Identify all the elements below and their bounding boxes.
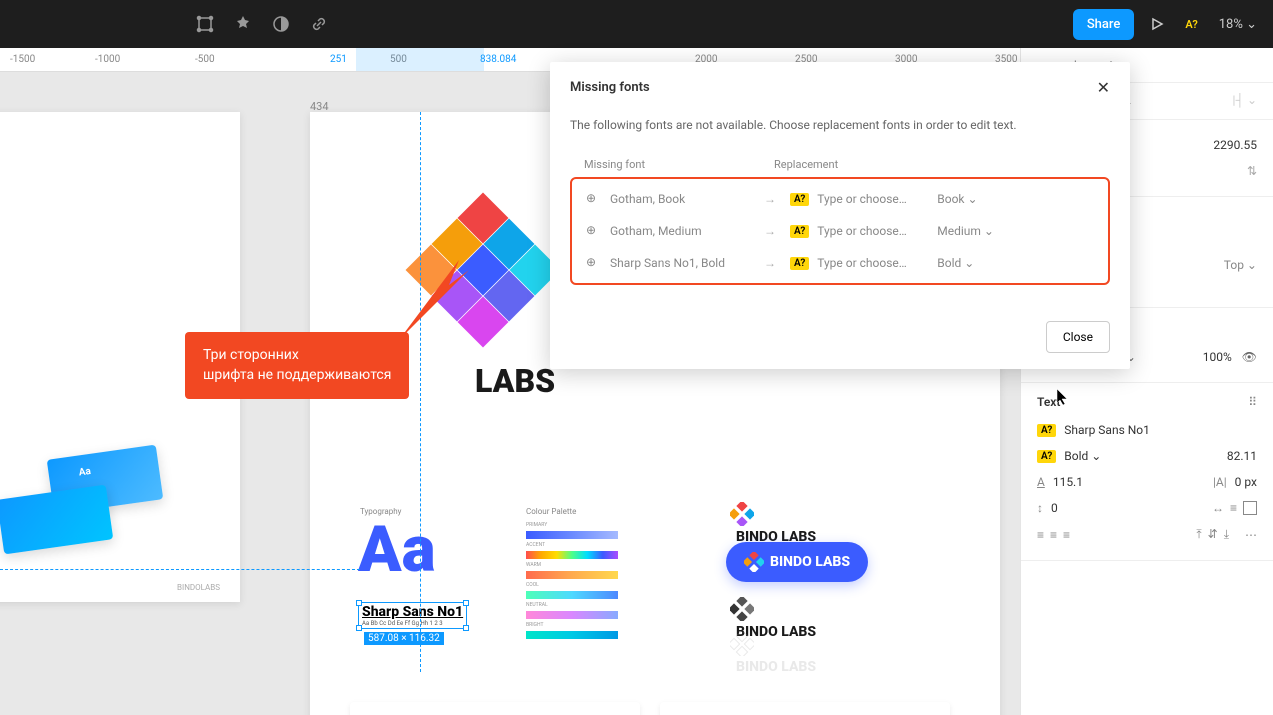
topbar: Share A? 18% ⌄: [0, 0, 1273, 48]
font-row: ⊕ Sharp Sans No1, Bold → A? Type or choo…: [580, 247, 1100, 279]
weight-dropdown[interactable]: Bold ⌄: [937, 256, 974, 270]
text-styles-icon[interactable]: ⠿: [1248, 395, 1257, 409]
vertical-constraint[interactable]: Top ⌄: [1224, 258, 1257, 272]
y-input[interactable]: 2290.55: [1213, 138, 1257, 152]
constrain-icon[interactable]: ⇅: [1247, 164, 1257, 178]
brand-card-pos: BINDO POS Aa Sharp Sans No1: [660, 702, 950, 715]
replacement-input[interactable]: Type or choose…: [817, 256, 937, 270]
text-align-right-icon[interactable]: ≡: [1063, 528, 1070, 542]
paragraph-spacing-input[interactable]: 0: [1051, 501, 1058, 515]
locate-icon[interactable]: ⊕: [586, 223, 602, 239]
logo-variant-1: BINDO LABS: [730, 502, 816, 545]
close-button[interactable]: Close: [1046, 321, 1110, 353]
effects-icon[interactable]: [234, 15, 252, 33]
close-icon[interactable]: ✕: [1097, 78, 1110, 97]
dialog-title: Missing fonts: [570, 80, 650, 95]
auto-height-icon[interactable]: ≡: [1230, 501, 1237, 515]
arrow-right-icon: →: [764, 192, 784, 206]
text-more-icon[interactable]: ⋯: [1245, 528, 1257, 542]
opacity-input[interactable]: 100%: [1203, 350, 1232, 364]
color-palette: PRIMARY ACCENT WARM COOL NEUTRAL BRIGHT: [526, 520, 618, 642]
text-align-left-icon[interactable]: ≡: [1037, 528, 1044, 542]
arrow-right-icon: →: [764, 256, 784, 270]
locate-icon[interactable]: ⊕: [586, 255, 602, 271]
text-align-center-icon[interactable]: ≡: [1050, 528, 1057, 542]
share-button[interactable]: Share: [1073, 9, 1135, 40]
font-row: ⊕ Gotham, Medium → A? Type or choose… Me…: [580, 215, 1100, 247]
callout-annotation: Три сторонних шрифта не поддерживаются: [185, 332, 409, 399]
cursor-icon: [1057, 389, 1069, 405]
visibility-icon[interactable]: 👁: [1242, 350, 1257, 364]
weight-dropdown[interactable]: Medium ⌄: [937, 224, 994, 238]
typography-sample: Aa: [358, 512, 436, 587]
zoom-dropdown[interactable]: 18% ⌄: [1219, 17, 1257, 32]
palette-heading: Colour Palette: [526, 507, 576, 516]
font-size-input[interactable]: 82.11: [1227, 449, 1257, 463]
text-align-middle-icon[interactable]: ⇵: [1208, 527, 1218, 542]
font-family-dropdown[interactable]: Sharp Sans No1: [1064, 423, 1150, 437]
mask-icon[interactable]: [272, 15, 290, 33]
text-align-bottom-icon[interactable]: ⤓: [1224, 527, 1229, 542]
link-icon[interactable]: [310, 15, 328, 33]
selected-text-layer[interactable]: Sharp Sans No1 Aa Bb Cc Dd Ee Ff Gg Hh 1…: [358, 602, 467, 629]
bindo-wordmark: LABS: [475, 362, 555, 400]
missing-font-indicator[interactable]: A?: [1180, 16, 1202, 33]
font-row: ⊕ Gotham, Book → A? Type or choose… Book…: [580, 183, 1100, 215]
auto-width-icon[interactable]: ↔: [1212, 501, 1224, 515]
font-rows-highlighted: ⊕ Gotham, Book → A? Type or choose… Book…: [570, 177, 1110, 285]
weight-dropdown[interactable]: Book ⌄: [937, 192, 977, 206]
guide-horizontal: [0, 569, 360, 570]
letter-spacing-input[interactable]: 0 px: [1235, 475, 1257, 489]
present-icon[interactable]: [1150, 17, 1164, 31]
more-align-icon[interactable]: |┤ ⌄: [1233, 93, 1257, 109]
selection-dimensions: 587.08 × 116.32: [364, 632, 444, 645]
logo-variant-ghost: BINDO LABS: [730, 632, 816, 675]
brand-card-labs: BINDO LABS Aa Sharp Sans No1: [350, 702, 640, 715]
guide-vertical: [420, 112, 421, 672]
font-weight-dropdown[interactable]: Bold ⌄: [1064, 449, 1101, 463]
locate-icon[interactable]: ⊕: [586, 191, 602, 207]
missing-fonts-dialog: Missing fonts ✕ The following fonts are …: [550, 62, 1130, 369]
fixed-size-icon[interactable]: [1243, 501, 1257, 515]
dialog-message: The following fonts are not available. C…: [570, 118, 1110, 132]
replacement-input[interactable]: Type or choose…: [817, 192, 937, 206]
line-height-input[interactable]: 115.1: [1053, 475, 1083, 489]
arrow-right-icon: →: [764, 224, 784, 238]
replacement-input[interactable]: Type or choose…: [817, 224, 937, 238]
logo-variant-pill: BINDO LABS: [726, 542, 868, 582]
frame-tool-icon[interactable]: [196, 15, 214, 33]
text-align-top-icon[interactable]: ⤒: [1196, 527, 1201, 542]
